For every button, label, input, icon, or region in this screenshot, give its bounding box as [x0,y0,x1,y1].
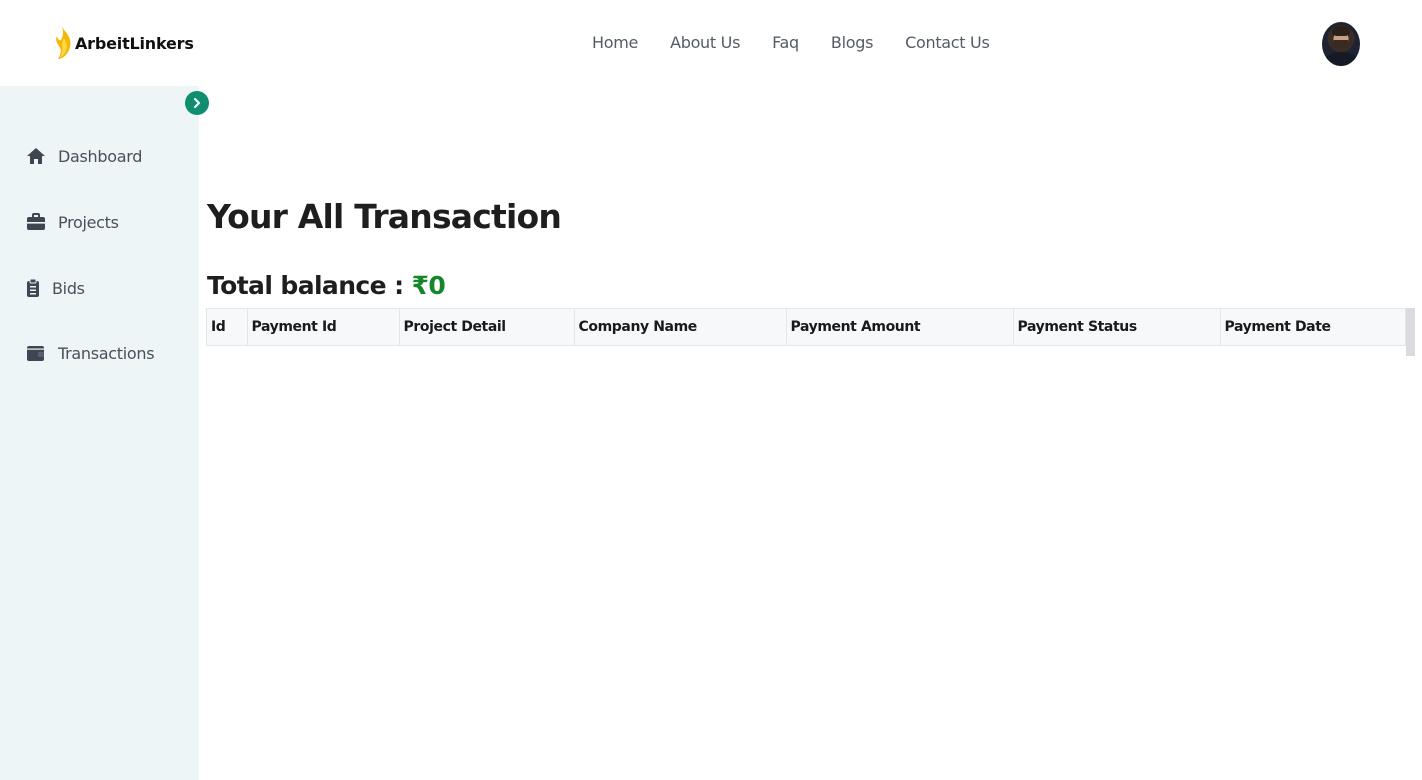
sidebar-item-projects[interactable]: Projects [26,212,119,232]
table-header-row: Id Payment Id Project Detail Company Nam… [207,309,1405,345]
sidebar-item-dashboard[interactable]: Dashboard [26,146,142,166]
sidebar-item-label: Bids [52,278,85,298]
user-avatar[interactable] [1322,22,1360,66]
page-title: Your All Transaction [207,197,562,236]
nav-about-us[interactable]: About Us [670,33,740,52]
brand-logo[interactable]: ArbeitLinkers [53,26,194,60]
column-header-company-name: Company Name [574,309,787,345]
column-header-id: Id [207,309,248,345]
top-navbar: ArbeitLinkers Home About Us Faq Blogs Co… [0,0,1422,86]
sidebar-item-label: Transactions [58,343,155,363]
nav-home[interactable]: Home [592,33,638,52]
transactions-table: Id Payment Id Project Detail Company Nam… [206,308,1406,346]
nav-blogs[interactable]: Blogs [831,33,874,52]
chevron-right-icon [194,98,200,108]
sidebar-item-label: Dashboard [58,146,143,166]
nav-contact-us[interactable]: Contact Us [905,33,990,52]
column-header-payment-status: Payment Status [1013,309,1221,345]
briefcase-icon [26,212,46,232]
column-header-project-detail: Project Detail [399,309,575,345]
home-icon [26,146,46,166]
clipboard-icon [26,278,40,298]
sidebar-item-label: Projects [58,212,119,232]
balance-label: Total balance : [207,271,412,300]
total-balance: Total balance : ₹0 [207,271,446,300]
sidebar-item-transactions[interactable]: Transactions [26,343,155,363]
column-header-payment-id: Payment Id [247,309,400,345]
table-scrollbar[interactable] [1406,308,1415,356]
sidebar-item-bids[interactable]: Bids [26,278,85,298]
nav-faq[interactable]: Faq [772,33,799,52]
wallet-icon [26,343,46,363]
sidebar-toggle-button[interactable] [185,91,209,115]
main-nav: Home About Us Faq Blogs Contact Us [592,33,990,52]
balance-value: ₹0 [411,271,446,300]
flame-icon [56,27,71,59]
sidebar: Dashboard Projects Bids Transactions [0,86,199,780]
column-header-payment-date: Payment Date [1224,319,1332,335]
logo-text: ArbeitLinkers [75,33,194,53]
column-header-payment-amount: Payment Amount [786,309,1014,345]
